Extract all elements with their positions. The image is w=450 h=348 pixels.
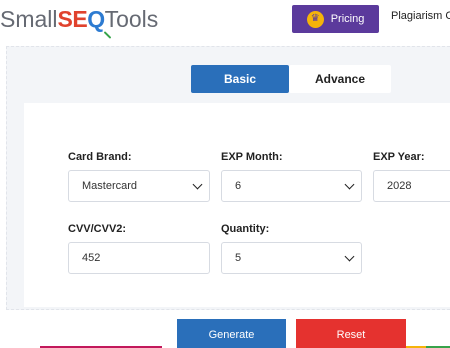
exp-year-select[interactable]: 2028 <box>373 170 450 202</box>
pricing-button[interactable]: ♛ Pricing <box>292 5 379 33</box>
quantity-select[interactable]: 5 <box>221 242 362 274</box>
cvv-input[interactable]: 452 <box>68 242 210 274</box>
exp-month-label: EXP Month: <box>221 151 283 163</box>
chevron-down-icon <box>344 179 355 190</box>
chevron-down-icon <box>192 179 203 190</box>
logo-text-tools: Tools <box>104 6 159 32</box>
site-logo[interactable]: Small SEQ Tools <box>0 5 159 39</box>
logo-text-small: Small <box>0 6 58 32</box>
magnifier-icon: Q <box>87 5 111 39</box>
pricing-label: Pricing <box>330 13 365 25</box>
exp-year-value: 2028 <box>387 180 412 192</box>
cvv-value: 452 <box>82 252 101 264</box>
tab-basic[interactable]: Basic <box>191 65 289 93</box>
quantity-value: 5 <box>235 252 242 264</box>
cvv-label: CVV/CVV2: <box>68 223 127 235</box>
exp-year-label: EXP Year: <box>373 151 425 163</box>
reset-button[interactable]: Reset <box>296 319 406 348</box>
crown-icon: ♛ <box>306 10 324 28</box>
tab-advance[interactable]: Advance <box>289 65 391 93</box>
generate-button[interactable]: Generate <box>177 319 286 348</box>
card-brand-value: Mastercard <box>82 180 138 192</box>
nav-link-plagiarism-checker[interactable]: Plagiarism Ch <box>391 10 450 22</box>
header: SmallSEQTools ♛ Pricing Plagiarism Ch <box>0 0 450 40</box>
exp-month-value: 6 <box>235 180 242 192</box>
exp-month-select[interactable]: 6 <box>221 170 362 202</box>
logo-text-seo: SEQ <box>58 5 111 39</box>
chevron-down-icon <box>344 251 355 262</box>
card-brand-select[interactable]: Mastercard <box>68 170 210 202</box>
card-brand-label: Card Brand: <box>68 151 132 163</box>
quantity-label: Quantity: <box>221 223 270 235</box>
form-card <box>24 103 450 307</box>
